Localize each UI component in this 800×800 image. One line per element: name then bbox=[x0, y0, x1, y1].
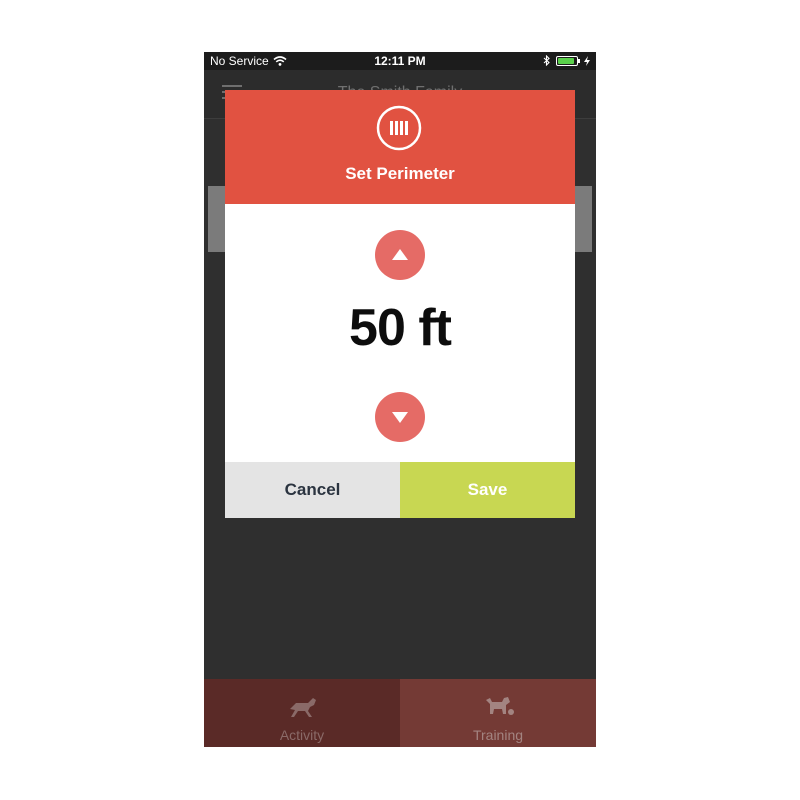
bluetooth-icon bbox=[543, 55, 550, 66]
phone-screen: No Service 12:11 PM The Smith Fami bbox=[204, 52, 596, 747]
dialog-actions: Cancel Save bbox=[225, 462, 575, 518]
tab-training[interactable]: Training bbox=[400, 679, 596, 747]
cancel-button[interactable]: Cancel bbox=[225, 462, 400, 518]
fence-icon bbox=[376, 105, 422, 151]
tab-label: Activity bbox=[279, 727, 325, 743]
battery-level bbox=[558, 57, 575, 64]
battery-icon bbox=[556, 55, 580, 66]
save-button[interactable]: Save bbox=[400, 462, 575, 518]
running-dog-icon bbox=[290, 698, 316, 717]
decrease-perimeter-button[interactable] bbox=[375, 392, 425, 442]
increase-perimeter-button[interactable] bbox=[375, 230, 425, 280]
perimeter-value: 50 ft bbox=[349, 299, 452, 357]
dog-training-icon bbox=[486, 697, 514, 715]
tab-activity[interactable]: Activity bbox=[204, 679, 400, 747]
status-right bbox=[543, 55, 590, 66]
triangle-up-icon bbox=[392, 249, 408, 260]
set-perimeter-dialog: Set Perimeter 50 ft Cancel Save bbox=[225, 90, 575, 518]
dialog-title: Set Perimeter bbox=[345, 164, 455, 183]
dialog-header: Set Perimeter bbox=[225, 90, 575, 204]
status-time: 12:11 PM bbox=[374, 54, 426, 68]
triangle-down-icon bbox=[392, 412, 408, 423]
charging-icon bbox=[584, 55, 590, 66]
status-bar: No Service 12:11 PM bbox=[204, 52, 596, 70]
tab-bar: Activity Training bbox=[204, 679, 596, 747]
tab-label: Training bbox=[472, 727, 524, 743]
